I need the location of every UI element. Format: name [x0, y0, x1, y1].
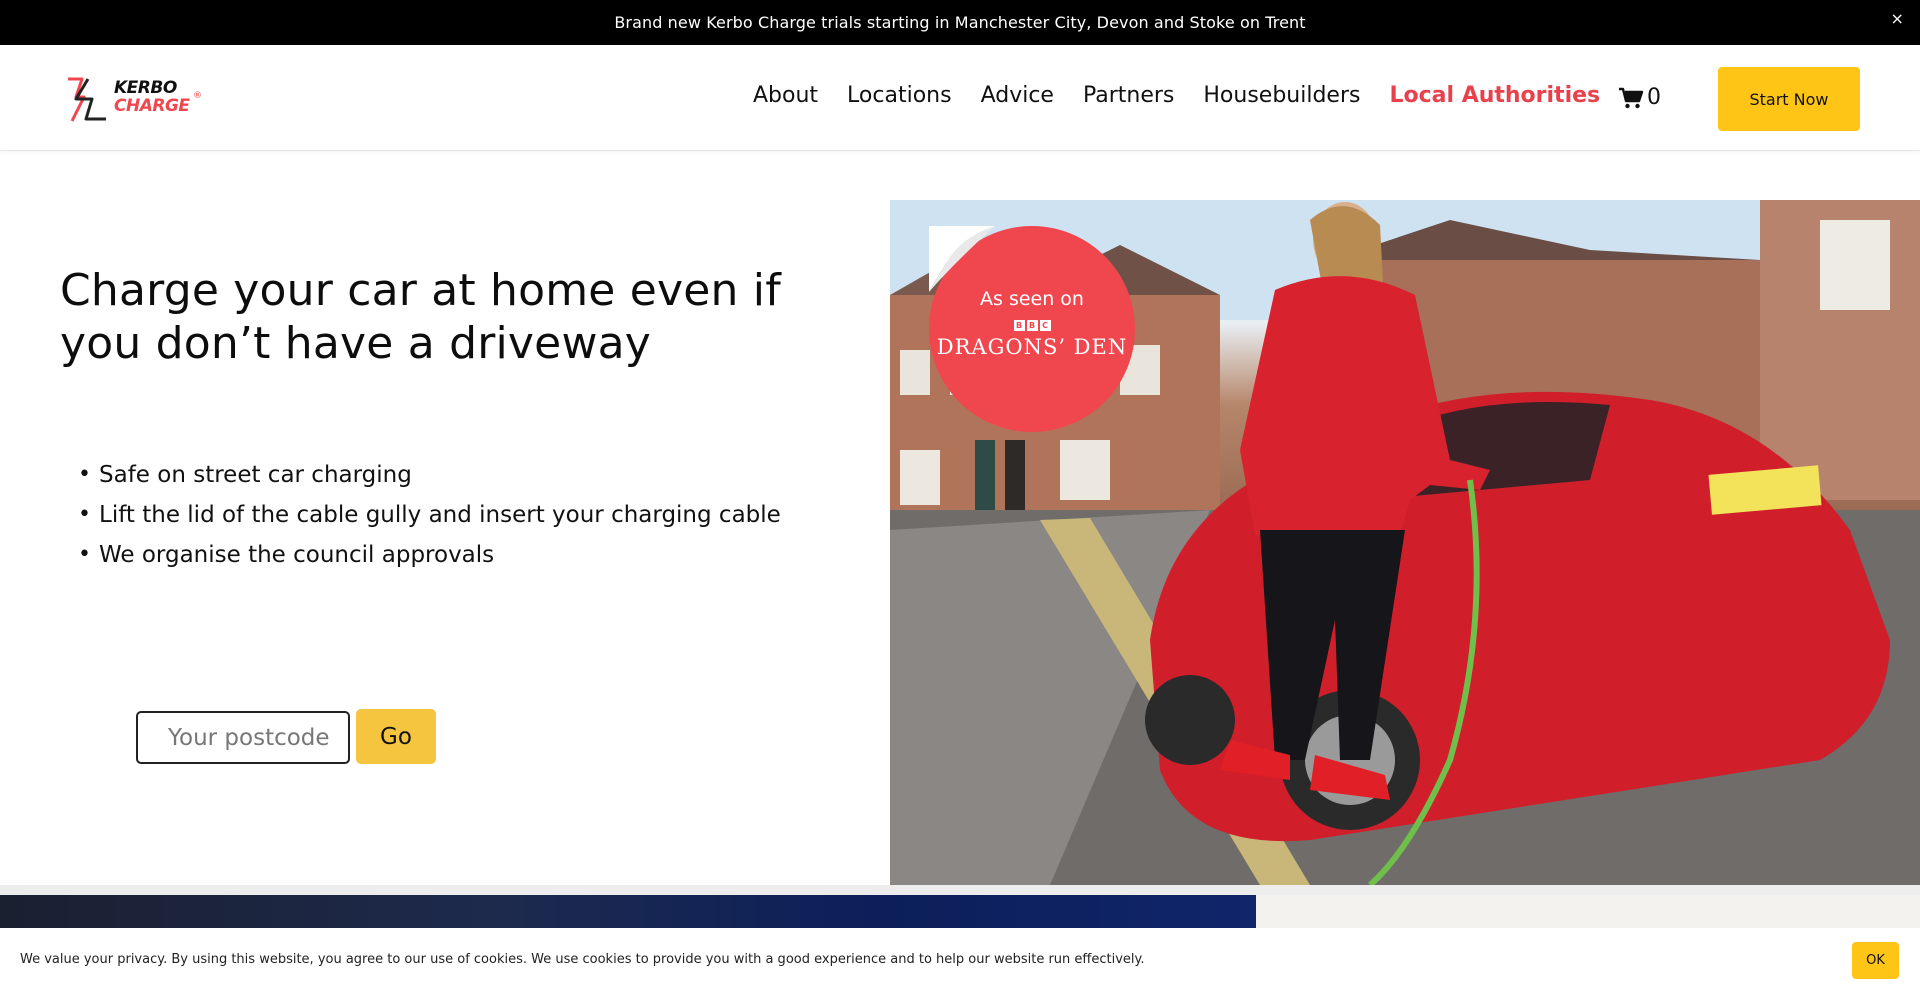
logo-line1: KERBO [114, 78, 177, 98]
postcode-input[interactable]: Your postcode [136, 711, 350, 764]
cart-count: 0 [1647, 85, 1661, 110]
nav-partners[interactable]: Partners [1083, 83, 1174, 108]
list-item: We organise the council approvals [78, 535, 781, 575]
hero-title: Charge your car at home even if you don’… [60, 265, 781, 369]
cookie-ok-button[interactable]: OK [1852, 942, 1899, 979]
bbc-logo: B B C [1013, 319, 1051, 331]
dragons-den-badge: As seen on B B C DRAGONS’ DEN [929, 226, 1135, 432]
logo[interactable]: KERBO CHARGE ® [62, 75, 207, 123]
logo-mark-icon [68, 77, 106, 122]
main-nav: About Locations Advice Partners Housebui… [753, 83, 1629, 108]
nav-housebuilders[interactable]: Housebuilders [1203, 83, 1360, 108]
feature-list: Safe on street car charging Lift the lid… [78, 455, 781, 575]
announcement-bar: Brand new Kerbo Charge trials starting i… [0, 0, 1920, 45]
go-button[interactable]: Go [356, 709, 436, 764]
cookie-banner: We value your privacy. By using this web… [0, 928, 1920, 993]
nav-advice[interactable]: Advice [981, 83, 1054, 108]
cart-link[interactable]: 0 [1618, 85, 1661, 110]
close-icon[interactable]: × [1890, 11, 1904, 27]
logo-line2: CHARGE [114, 96, 190, 116]
nav-about[interactable]: About [753, 83, 818, 108]
list-item: Safe on street car charging [78, 455, 781, 495]
announcement-text: Brand new Kerbo Charge trials starting i… [614, 13, 1306, 32]
logo-registered: ® [193, 91, 202, 101]
cart-icon [1619, 87, 1644, 108]
list-item: Lift the lid of the cable gully and inse… [78, 495, 781, 535]
section-divider [0, 885, 1920, 895]
page-curl-icon [929, 226, 995, 292]
nav-local-authorities[interactable]: Local Authorities [1389, 83, 1600, 108]
start-now-button[interactable]: Start Now [1718, 67, 1860, 131]
badge-show-name: DRAGONS’ DEN [936, 334, 1128, 359]
cookie-text: We value your privacy. By using this web… [20, 952, 1145, 967]
site-header: KERBO CHARGE ® About Locations Advice Pa… [0, 45, 1920, 151]
nav-locations[interactable]: Locations [847, 83, 952, 108]
